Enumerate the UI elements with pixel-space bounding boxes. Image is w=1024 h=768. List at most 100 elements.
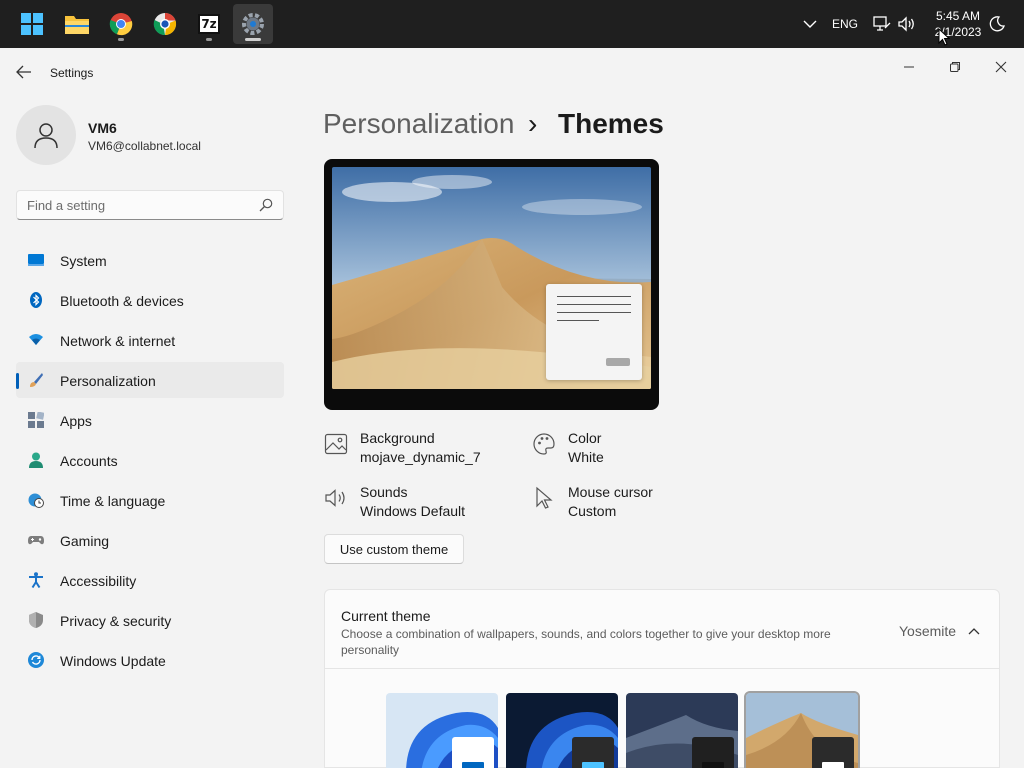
language-indicator[interactable]: ENG bbox=[832, 0, 858, 48]
back-button[interactable] bbox=[10, 60, 38, 84]
restore-button[interactable] bbox=[933, 52, 977, 82]
gamepad-icon bbox=[28, 536, 44, 545]
app-title: Settings bbox=[50, 66, 94, 80]
sidebar-item-label: Accessibility bbox=[60, 573, 137, 589]
image-icon bbox=[324, 433, 348, 455]
file-explorer-icon bbox=[65, 16, 89, 34]
sidebar-item-apps[interactable]: Apps bbox=[16, 402, 284, 438]
speaker-icon bbox=[325, 489, 345, 507]
sidebar-item-label: System bbox=[60, 253, 107, 269]
focus-assist-button[interactable] bbox=[989, 0, 1005, 48]
sidebar-item-label: Privacy & security bbox=[60, 613, 172, 629]
sidebar-item-label: Windows Update bbox=[60, 653, 166, 669]
restore-icon bbox=[950, 62, 960, 72]
sidebar-item-label: Apps bbox=[60, 413, 92, 429]
sounds-label: Sounds bbox=[360, 484, 408, 500]
profile-email: VM6@collabnet.local bbox=[88, 139, 201, 153]
sidebar-item-windows-update[interactable]: Windows Update bbox=[16, 642, 284, 678]
palette-icon bbox=[533, 433, 555, 455]
current-theme-value: Yosemite bbox=[899, 623, 957, 639]
color-value: White bbox=[568, 449, 604, 465]
brush-icon bbox=[30, 373, 43, 387]
shield-icon bbox=[29, 612, 43, 628]
minimize-button[interactable] bbox=[887, 52, 931, 82]
search-icon bbox=[259, 198, 273, 212]
search-box[interactable] bbox=[16, 190, 284, 220]
sidebar-item-accessibility[interactable]: Accessibility bbox=[16, 562, 284, 598]
taskbar: 7z ENG 5:45 AM 2/1/2023 bbox=[0, 0, 1024, 48]
theme-gallery bbox=[324, 669, 1000, 768]
sidebar-item-label: Gaming bbox=[60, 533, 110, 549]
mouse-cursor-setting[interactable]: Mouse cursor Custom bbox=[532, 484, 672, 524]
profile-name: VM6 bbox=[88, 120, 117, 136]
bluetooth-icon bbox=[30, 292, 42, 308]
chrome-button[interactable] bbox=[101, 4, 141, 44]
sidebar-item-gaming[interactable]: Gaming bbox=[16, 522, 284, 558]
mouse-cursor-label: Mouse cursor bbox=[568, 484, 653, 500]
sidebar-item-privacy[interactable]: Privacy & security bbox=[16, 602, 284, 638]
settings-icon bbox=[242, 13, 264, 35]
sidebar-item-accounts[interactable]: Accounts bbox=[16, 442, 284, 478]
update-icon bbox=[28, 652, 44, 668]
sounds-setting[interactable]: Sounds Windows Default bbox=[324, 484, 514, 524]
language-label: ENG bbox=[832, 17, 859, 31]
theme-windows-dark[interactable] bbox=[506, 693, 618, 768]
current-theme-description: Choose a combination of wallpapers, soun… bbox=[341, 627, 831, 657]
apps-icon bbox=[28, 412, 44, 428]
accounts-icon bbox=[29, 452, 43, 468]
settings-button[interactable] bbox=[233, 4, 273, 44]
network-button[interactable] bbox=[873, 0, 891, 48]
sidebar-item-network[interactable]: Network & internet bbox=[16, 322, 284, 358]
theme-windows-light[interactable] bbox=[386, 693, 498, 768]
color-label: Color bbox=[568, 430, 602, 446]
chevron-up-icon[interactable] bbox=[967, 624, 981, 638]
7zip-button[interactable]: 7z bbox=[189, 4, 229, 44]
wifi-icon bbox=[29, 334, 43, 345]
sidebar-item-label: Accounts bbox=[60, 453, 118, 469]
chrome-alt-button[interactable] bbox=[145, 4, 185, 44]
user-icon bbox=[34, 123, 58, 149]
clock-time: 5:45 AM bbox=[935, 9, 981, 23]
tray-overflow-button[interactable] bbox=[802, 0, 818, 48]
current-theme-title: Current theme bbox=[341, 608, 431, 624]
theme-mojave-night[interactable] bbox=[626, 693, 738, 768]
sidebar-item-time-language[interactable]: Time & language bbox=[16, 482, 284, 518]
search-input[interactable] bbox=[27, 196, 247, 214]
moon-icon bbox=[989, 16, 1005, 32]
clock[interactable]: 5:45 AM 2/1/2023 bbox=[928, 8, 988, 40]
chevron-up-icon bbox=[803, 20, 817, 28]
7zip-label: 7z bbox=[201, 17, 217, 31]
current-theme-card[interactable]: Current theme Choose a combination of wa… bbox=[324, 589, 1000, 669]
page-title: Themes bbox=[558, 108, 664, 139]
wallpaper-preview bbox=[332, 167, 651, 389]
sidebar-item-label: Time & language bbox=[60, 493, 166, 509]
system-icon bbox=[28, 254, 44, 266]
mouse-cursor-icon bbox=[938, 28, 950, 46]
close-button[interactable] bbox=[979, 52, 1023, 82]
sidebar-item-label: Bluetooth & devices bbox=[60, 293, 184, 309]
sidebar-item-system[interactable]: System bbox=[16, 242, 284, 278]
volume-button[interactable] bbox=[898, 0, 916, 48]
background-setting[interactable]: Background mojave_dynamic_7 bbox=[324, 430, 514, 470]
avatar[interactable] bbox=[16, 105, 76, 165]
minimize-icon bbox=[904, 66, 914, 68]
clock-date: 2/1/2023 bbox=[934, 25, 982, 39]
start-button[interactable] bbox=[12, 4, 52, 44]
7zip-icon: 7z bbox=[198, 14, 220, 34]
theme-preview bbox=[324, 159, 659, 410]
sidebar-item-bluetooth[interactable]: Bluetooth & devices bbox=[16, 282, 284, 318]
file-explorer-button[interactable] bbox=[57, 4, 97, 44]
breadcrumb-parent[interactable]: Personalization bbox=[323, 108, 514, 139]
use-custom-theme-button[interactable]: Use custom theme bbox=[324, 534, 464, 564]
theme-yosemite[interactable] bbox=[744, 691, 860, 768]
sidebar-item-label: Personalization bbox=[60, 373, 156, 389]
sidebar-nav: System Bluetooth & devices Network & int… bbox=[16, 242, 284, 682]
breadcrumb: Personalization › Themes bbox=[323, 106, 664, 142]
network-icon bbox=[873, 16, 891, 31]
cursor-icon bbox=[536, 486, 553, 509]
sidebar-item-personalization[interactable]: Personalization bbox=[16, 362, 284, 398]
mouse-cursor-value: Custom bbox=[568, 503, 617, 519]
settings-window: Settings VM6 VM6@collabnet.local System … bbox=[0, 48, 1024, 768]
background-label: Background bbox=[360, 430, 435, 446]
color-setting[interactable]: Color White bbox=[532, 430, 672, 470]
